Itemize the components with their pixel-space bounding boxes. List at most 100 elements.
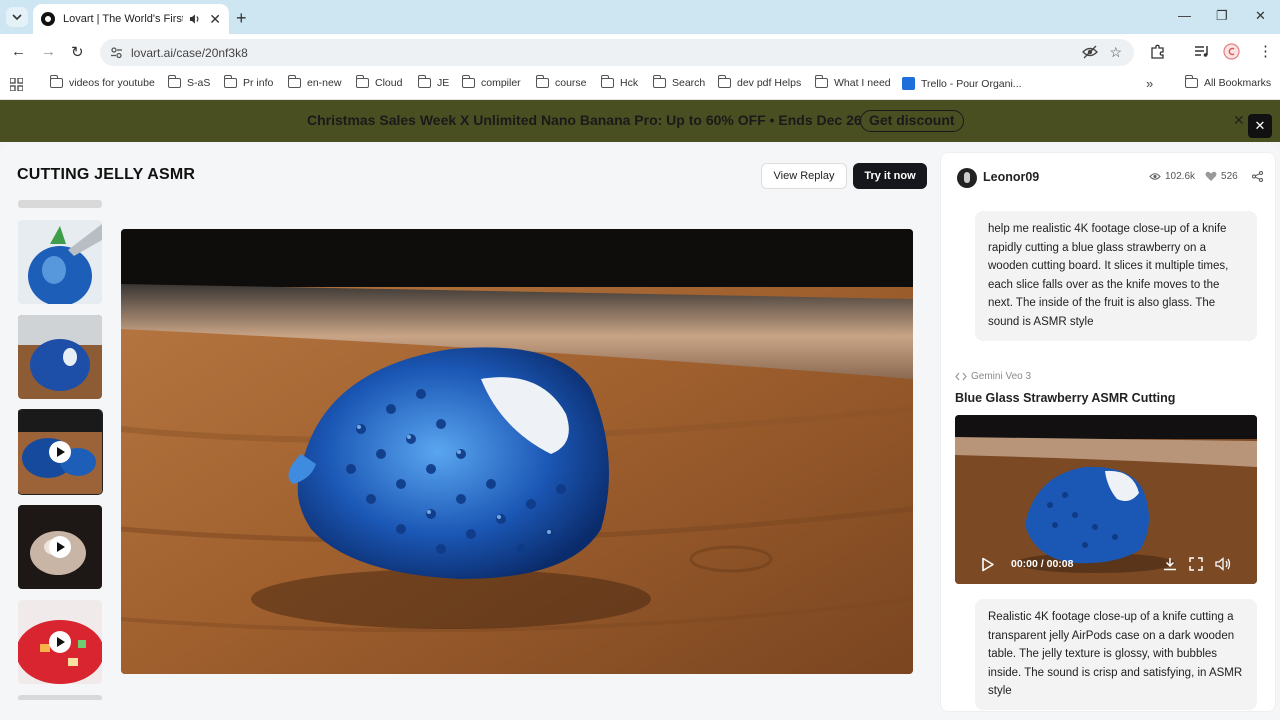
more-bookmarks-icon[interactable]: »: [1146, 76, 1153, 91]
thumbnail-partial[interactable]: [18, 200, 102, 208]
bookmark-folder[interactable]: Cloud: [355, 75, 402, 89]
play-icon[interactable]: [49, 536, 71, 558]
thumbnail-strawberry-knife[interactable]: [18, 220, 102, 304]
author-avatar[interactable]: [957, 168, 977, 188]
main-video-player[interactable]: [121, 229, 913, 674]
like-count: 526: [1221, 171, 1238, 182]
restore-icon[interactable]: ❐: [1216, 8, 1228, 24]
play-icon[interactable]: [49, 631, 71, 653]
stats-row: 102.6k 526: [1149, 171, 1263, 182]
back-icon[interactable]: ←: [11, 43, 26, 60]
play-icon[interactable]: [981, 557, 995, 572]
share-icon[interactable]: [1251, 171, 1263, 182]
bookmark-folder[interactable]: Search: [652, 75, 705, 89]
folder-icon: [717, 75, 731, 88]
new-tab-icon[interactable]: +: [236, 8, 247, 29]
banner-close-icon[interactable]: ✕: [1233, 112, 1245, 129]
author-name[interactable]: Leonor09: [983, 170, 1039, 184]
eye-off-icon[interactable]: [1082, 45, 1098, 59]
thumbnail-partial[interactable]: [18, 695, 102, 700]
folder-icon: [814, 75, 828, 88]
page-title: CUTTING JELLY ASMR: [17, 166, 196, 183]
thumbnail-strawberry-slice-active[interactable]: [18, 409, 103, 495]
browser-menu-icon[interactable]: ⋮: [1258, 42, 1273, 60]
bookmark-folder[interactable]: videos for youtube: [49, 75, 155, 89]
view-replay-button[interactable]: View Replay: [761, 163, 847, 189]
close-tab-icon[interactable]: ✕: [209, 11, 221, 28]
browser-toolbar: ← → ↻ lovart.ai/case/20nf3k8 ☆ ⋮: [0, 34, 1280, 70]
prompt-message: Realistic 4K footage close-up of a knife…: [975, 599, 1257, 710]
bookmark-folder[interactable]: JE: [417, 75, 449, 89]
modal-close-button[interactable]: ✕: [1248, 114, 1272, 138]
bookmark-folder[interactable]: dev pdf Helps: [717, 75, 801, 89]
thumbnail-image: [18, 315, 102, 399]
folder-icon: [1184, 75, 1198, 88]
download-icon[interactable]: [1163, 557, 1177, 571]
folder-icon: [223, 75, 237, 88]
extensions-icon[interactable]: [1150, 44, 1165, 59]
address-bar[interactable]: lovart.ai/case/20nf3k8 ☆: [100, 39, 1134, 66]
heart-icon[interactable]: [1205, 171, 1217, 182]
folder-icon: [167, 75, 181, 88]
folder-icon: [535, 75, 549, 88]
bookmark-folder[interactable]: Hck: [600, 75, 638, 89]
prompt-message: help me realistic 4K footage close-up of…: [975, 211, 1257, 341]
browser-tab-bar: Lovart | The World's First Design Agent …: [0, 0, 1280, 34]
thumbnail-strip[interactable]: [18, 200, 104, 700]
details-panel: Leonor09 102.6k 526 help me realistic 4K…: [940, 152, 1276, 712]
forward-icon[interactable]: →: [41, 43, 56, 60]
chevron-down-icon: [12, 14, 22, 20]
get-discount-button[interactable]: Get discount: [860, 110, 964, 132]
thumbnail-strawberry-board[interactable]: [18, 315, 102, 399]
bookmark-folder[interactable]: What I need: [814, 75, 891, 89]
blue-glass-strawberry-frame: [121, 229, 913, 674]
model-label: Gemini Veo 3: [955, 371, 1031, 382]
code-icon: [955, 372, 967, 381]
folder-icon: [652, 75, 666, 88]
try-it-now-button[interactable]: Try it now: [853, 163, 927, 189]
folder-icon: [287, 75, 301, 88]
promo-banner: Christmas Sales Week X Unlimited Nano Ba…: [0, 100, 1280, 142]
result-video-title: Blue Glass Strawberry ASMR Cutting: [955, 391, 1176, 405]
folder-icon: [417, 75, 431, 88]
folder-icon: [355, 75, 369, 88]
bookmark-folder[interactable]: Pr info: [223, 75, 273, 89]
view-count: 102.6k: [1165, 171, 1196, 182]
thumbnail-jelly-cutting[interactable]: [18, 505, 102, 589]
bookmark-folder[interactable]: course: [535, 75, 587, 89]
profile-avatar-icon[interactable]: [1223, 43, 1240, 60]
url-text[interactable]: lovart.ai/case/20nf3k8: [131, 46, 248, 60]
bookmark-folder[interactable]: compiler: [461, 75, 521, 89]
all-bookmarks[interactable]: All Bookmarks: [1184, 75, 1271, 89]
window-close-icon[interactable]: ✕: [1255, 8, 1266, 24]
reload-icon[interactable]: ↻: [71, 43, 84, 61]
result-video-player[interactable]: 00:00 / 00:08: [955, 415, 1257, 584]
bookmark-star-icon[interactable]: ☆: [1109, 44, 1122, 61]
folder-icon: [461, 75, 475, 88]
thumbnail-red-jelly[interactable]: [18, 600, 102, 684]
volume-icon[interactable]: [1215, 557, 1231, 571]
video-controls: 00:00 / 00:08: [955, 549, 1257, 581]
browser-tab[interactable]: Lovart | The World's First Design Agent …: [33, 4, 229, 34]
site-settings-icon[interactable]: [110, 46, 123, 59]
folder-icon: [600, 75, 614, 88]
video-time: 00:00 / 00:08: [1011, 558, 1074, 570]
bookmark-folder[interactable]: S-aS: [167, 75, 210, 89]
minimize-icon[interactable]: —: [1178, 8, 1191, 23]
media-control-icon[interactable]: [1194, 44, 1210, 58]
speaker-icon[interactable]: [189, 13, 201, 25]
bookmark-folder[interactable]: en-new: [287, 75, 341, 89]
tab-title: Lovart | The World's First Design Agent: [63, 13, 184, 25]
tab-search-button[interactable]: [6, 7, 28, 27]
folder-icon: [49, 75, 63, 88]
bookmark-trello[interactable]: Trello - Pour Organi...: [902, 77, 1022, 90]
lovart-favicon-icon: [41, 12, 55, 26]
promo-text: Christmas Sales Week X Unlimited Nano Ba…: [307, 112, 862, 128]
play-icon[interactable]: [49, 441, 71, 463]
thumbnail-image: [18, 220, 102, 304]
trello-icon: [902, 77, 915, 90]
eye-icon: [1149, 173, 1161, 180]
fullscreen-icon[interactable]: [1189, 557, 1203, 571]
apps-grid-icon[interactable]: [10, 78, 23, 91]
bookmarks-bar: videos for youtube S-aS Pr info en-new C…: [0, 70, 1280, 100]
